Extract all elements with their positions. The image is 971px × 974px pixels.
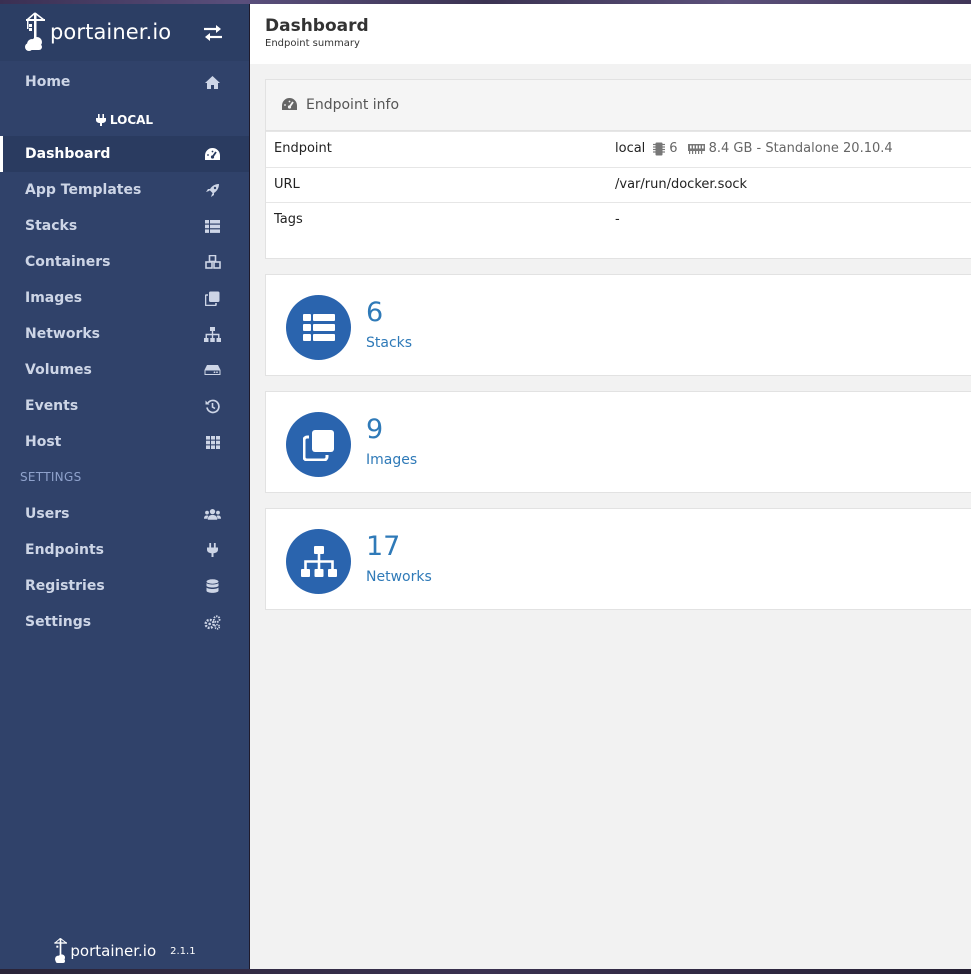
info-key: Endpoint [274,141,332,156]
version-label: 2.1.1 [170,945,196,957]
cubes-icon [204,254,221,271]
endpoint-info-header: Endpoint info [266,80,971,131]
th-list-icon [302,314,335,341]
networks-count: 17 [366,531,401,562]
hdd-icon [204,362,221,379]
info-key: Tags [274,212,303,227]
sidebar-item-label: Dashboard [25,146,111,162]
images-label: Images [366,452,418,468]
endpoint-badge: LOCAL [0,106,249,134]
stacks-label: Stacks [366,335,413,351]
sidebar-item-containers[interactable]: Containers [0,244,249,280]
sidebar-item-host[interactable]: Host [0,424,249,460]
sidebar-item-label: Networks [25,326,101,342]
sidebar-item-endpoints[interactable]: Endpoints [0,532,249,568]
memory-and-engine: 8.4 GB - Standalone 20.10.4 [708,141,893,156]
sidebar-item-label: Endpoints [25,542,104,558]
sitemap-icon [204,326,221,343]
info-row-tags: Tags - [266,202,971,259]
stacks-count: 6 [366,297,384,328]
page-header: Dashboard Endpoint summary [250,4,971,64]
info-key: URL [274,177,300,192]
networks-circle [286,529,351,594]
tachometer-icon [204,146,221,163]
info-value: - [615,212,620,227]
sidebar-item-registries[interactable]: Registries [0,568,249,604]
stacks-circle [286,295,351,360]
sidebar-item-label: Stacks [25,218,78,234]
sidebar-item-label: App Templates [25,182,142,198]
sidebar-item-volumes[interactable]: Volumes [0,352,249,388]
users-icon [204,506,221,523]
networks-label: Networks [366,569,432,585]
sidebar-item-events[interactable]: Events [0,388,249,424]
clone-icon [204,290,221,307]
portainer-crane-icon [25,12,45,51]
microchip-icon [653,142,666,155]
sidebar-item-networks[interactable]: Networks [0,316,249,352]
settings-heading: SETTINGS [20,470,82,484]
logo-text: portainer.io [50,20,172,44]
th-list-icon [204,218,221,235]
images-count: 9 [366,414,384,445]
sidebar-item-stacks[interactable]: Stacks [0,208,249,244]
sidebar-item-dashboard[interactable]: Dashboard [0,136,249,172]
home-icon [204,74,221,91]
networks-card[interactable]: 17 Networks [265,508,971,610]
history-icon [204,398,221,415]
endpoint-info-widget: Endpoint info Endpoint local 6 8.4 GB - … [265,79,971,259]
th-icon [204,434,221,451]
portainer-crane-icon [54,937,68,963]
sidebar-item-label: Volumes [25,362,92,378]
main-content: Dashboard Endpoint summary Endpoint info… [250,4,971,969]
page-title: Dashboard [265,16,369,36]
clone-icon [302,429,334,461]
endpoint-name: local [615,141,646,156]
endpoint-badge-label: LOCAL [109,113,154,127]
images-circle [286,412,351,477]
portainer-logo[interactable]: portainer.io [24,11,171,53]
sidebar-item-label: Host [25,434,62,450]
sidebar-item-label: Images [25,290,83,306]
cogs-icon [204,614,221,631]
sidebar-item-users[interactable]: Users [0,496,249,532]
images-card[interactable]: 9 Images [265,391,971,493]
sidebar-item-home[interactable]: Home [0,64,249,100]
page-subtitle: Endpoint summary [265,38,360,49]
rocket-icon [204,182,221,199]
sidebar-header: portainer.io [0,4,249,61]
info-row-url: URL /var/run/docker.sock [266,167,971,202]
sitemap-icon [300,545,337,577]
sidebar-item-app-templates[interactable]: App Templates [0,172,249,208]
sidebar-item-label: Home [25,74,71,90]
sidebar-item-label: Containers [25,254,111,270]
info-value: /var/run/docker.sock [615,177,748,192]
sidebar-item-label: Registries [25,578,105,594]
desktop-bottom-band [0,969,971,974]
info-value: local 6 8.4 GB - Standalone 20.10.4 [615,141,893,156]
footer-logo-text: portainer.io [70,942,157,960]
sidebar-item-label: Users [25,506,70,522]
sidebar-item-label: Events [25,398,79,414]
endpoint-info-title: Endpoint info [306,97,400,113]
stacks-card[interactable]: 6 Stacks [265,274,971,376]
memory-icon [687,143,705,154]
exchange-icon[interactable] [202,24,224,42]
sidebar-item-label: Settings [25,614,92,630]
sidebar-footer: portainer.io 2.1.1 [0,934,249,968]
sidebar-item-images[interactable]: Images [0,280,249,316]
tachometer-icon [282,98,297,110]
info-row-endpoint: Endpoint local 6 8.4 GB - Standalone 20.… [266,131,971,166]
sidebar-item-settings[interactable]: Settings [0,604,249,640]
plug-icon [204,542,221,559]
plug-icon [95,114,106,126]
database-icon [204,578,221,595]
sidebar: portainer.io Home LOCAL Dashboard App Te… [0,4,249,969]
cpu-count: 6 [669,141,678,156]
